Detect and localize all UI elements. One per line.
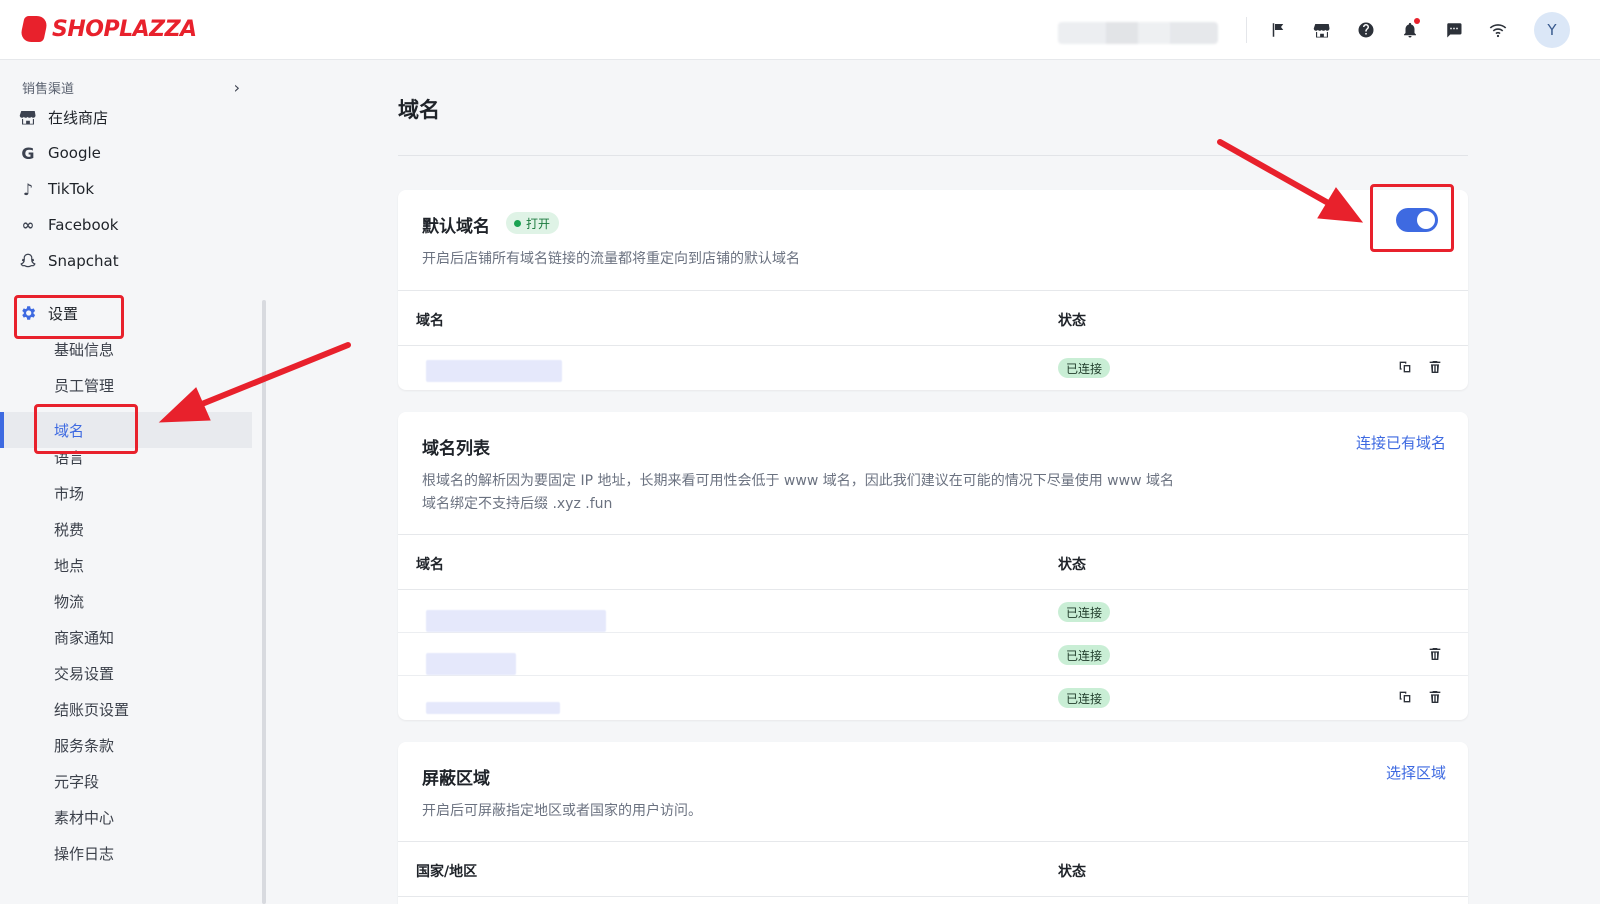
annotation-arrows <box>158 139 1364 423</box>
